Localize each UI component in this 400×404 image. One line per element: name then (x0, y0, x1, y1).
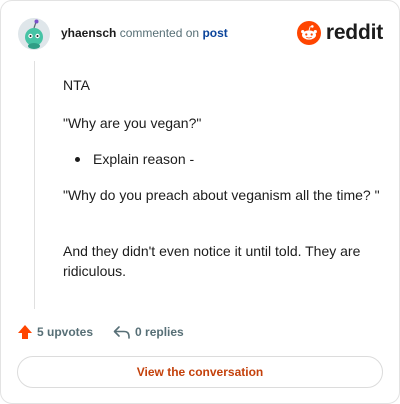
comment-actions: 5 upvotes 0 replies (17, 321, 184, 343)
comment-header: yhaensch commented on post reddit (17, 17, 385, 51)
comment-line-4: And they didn't even notice it until tol… (63, 243, 361, 279)
brand-text: reddit (325, 21, 383, 44)
action-text: commented on (119, 26, 200, 40)
upvotes-count: 5 upvotes (37, 325, 94, 339)
reply-button[interactable]: 0 replies (113, 324, 184, 340)
comment-line-2: "Why are you vegan?" (63, 115, 202, 131)
bullet-text: Explain reason - (93, 151, 195, 167)
upvote-arrow-icon (18, 325, 32, 339)
replies-count: 0 replies (135, 325, 184, 339)
byline: yhaensch commented on post (61, 26, 228, 40)
upvote-button[interactable]: 5 upvotes (17, 324, 93, 340)
reply-arrow-icon (113, 326, 130, 339)
thread-line (34, 61, 35, 309)
reddit-brand[interactable]: reddit (296, 21, 383, 45)
comment-card: yhaensch commented on post reddit NTA "W… (0, 0, 400, 404)
comment-line-3: "Why do you preach about veganism all th… (63, 187, 380, 203)
post-link[interactable]: post (202, 26, 227, 40)
comment-bullet: Explain reason - (75, 149, 194, 169)
username-link[interactable]: yhaensch (61, 26, 116, 40)
snoo-avatar-icon[interactable] (17, 17, 51, 51)
comment-line-1: NTA (63, 77, 90, 93)
bullet-dot-icon (75, 157, 80, 162)
reddit-logo-icon (296, 21, 321, 45)
view-conversation-button[interactable]: View the conversation (17, 356, 383, 388)
